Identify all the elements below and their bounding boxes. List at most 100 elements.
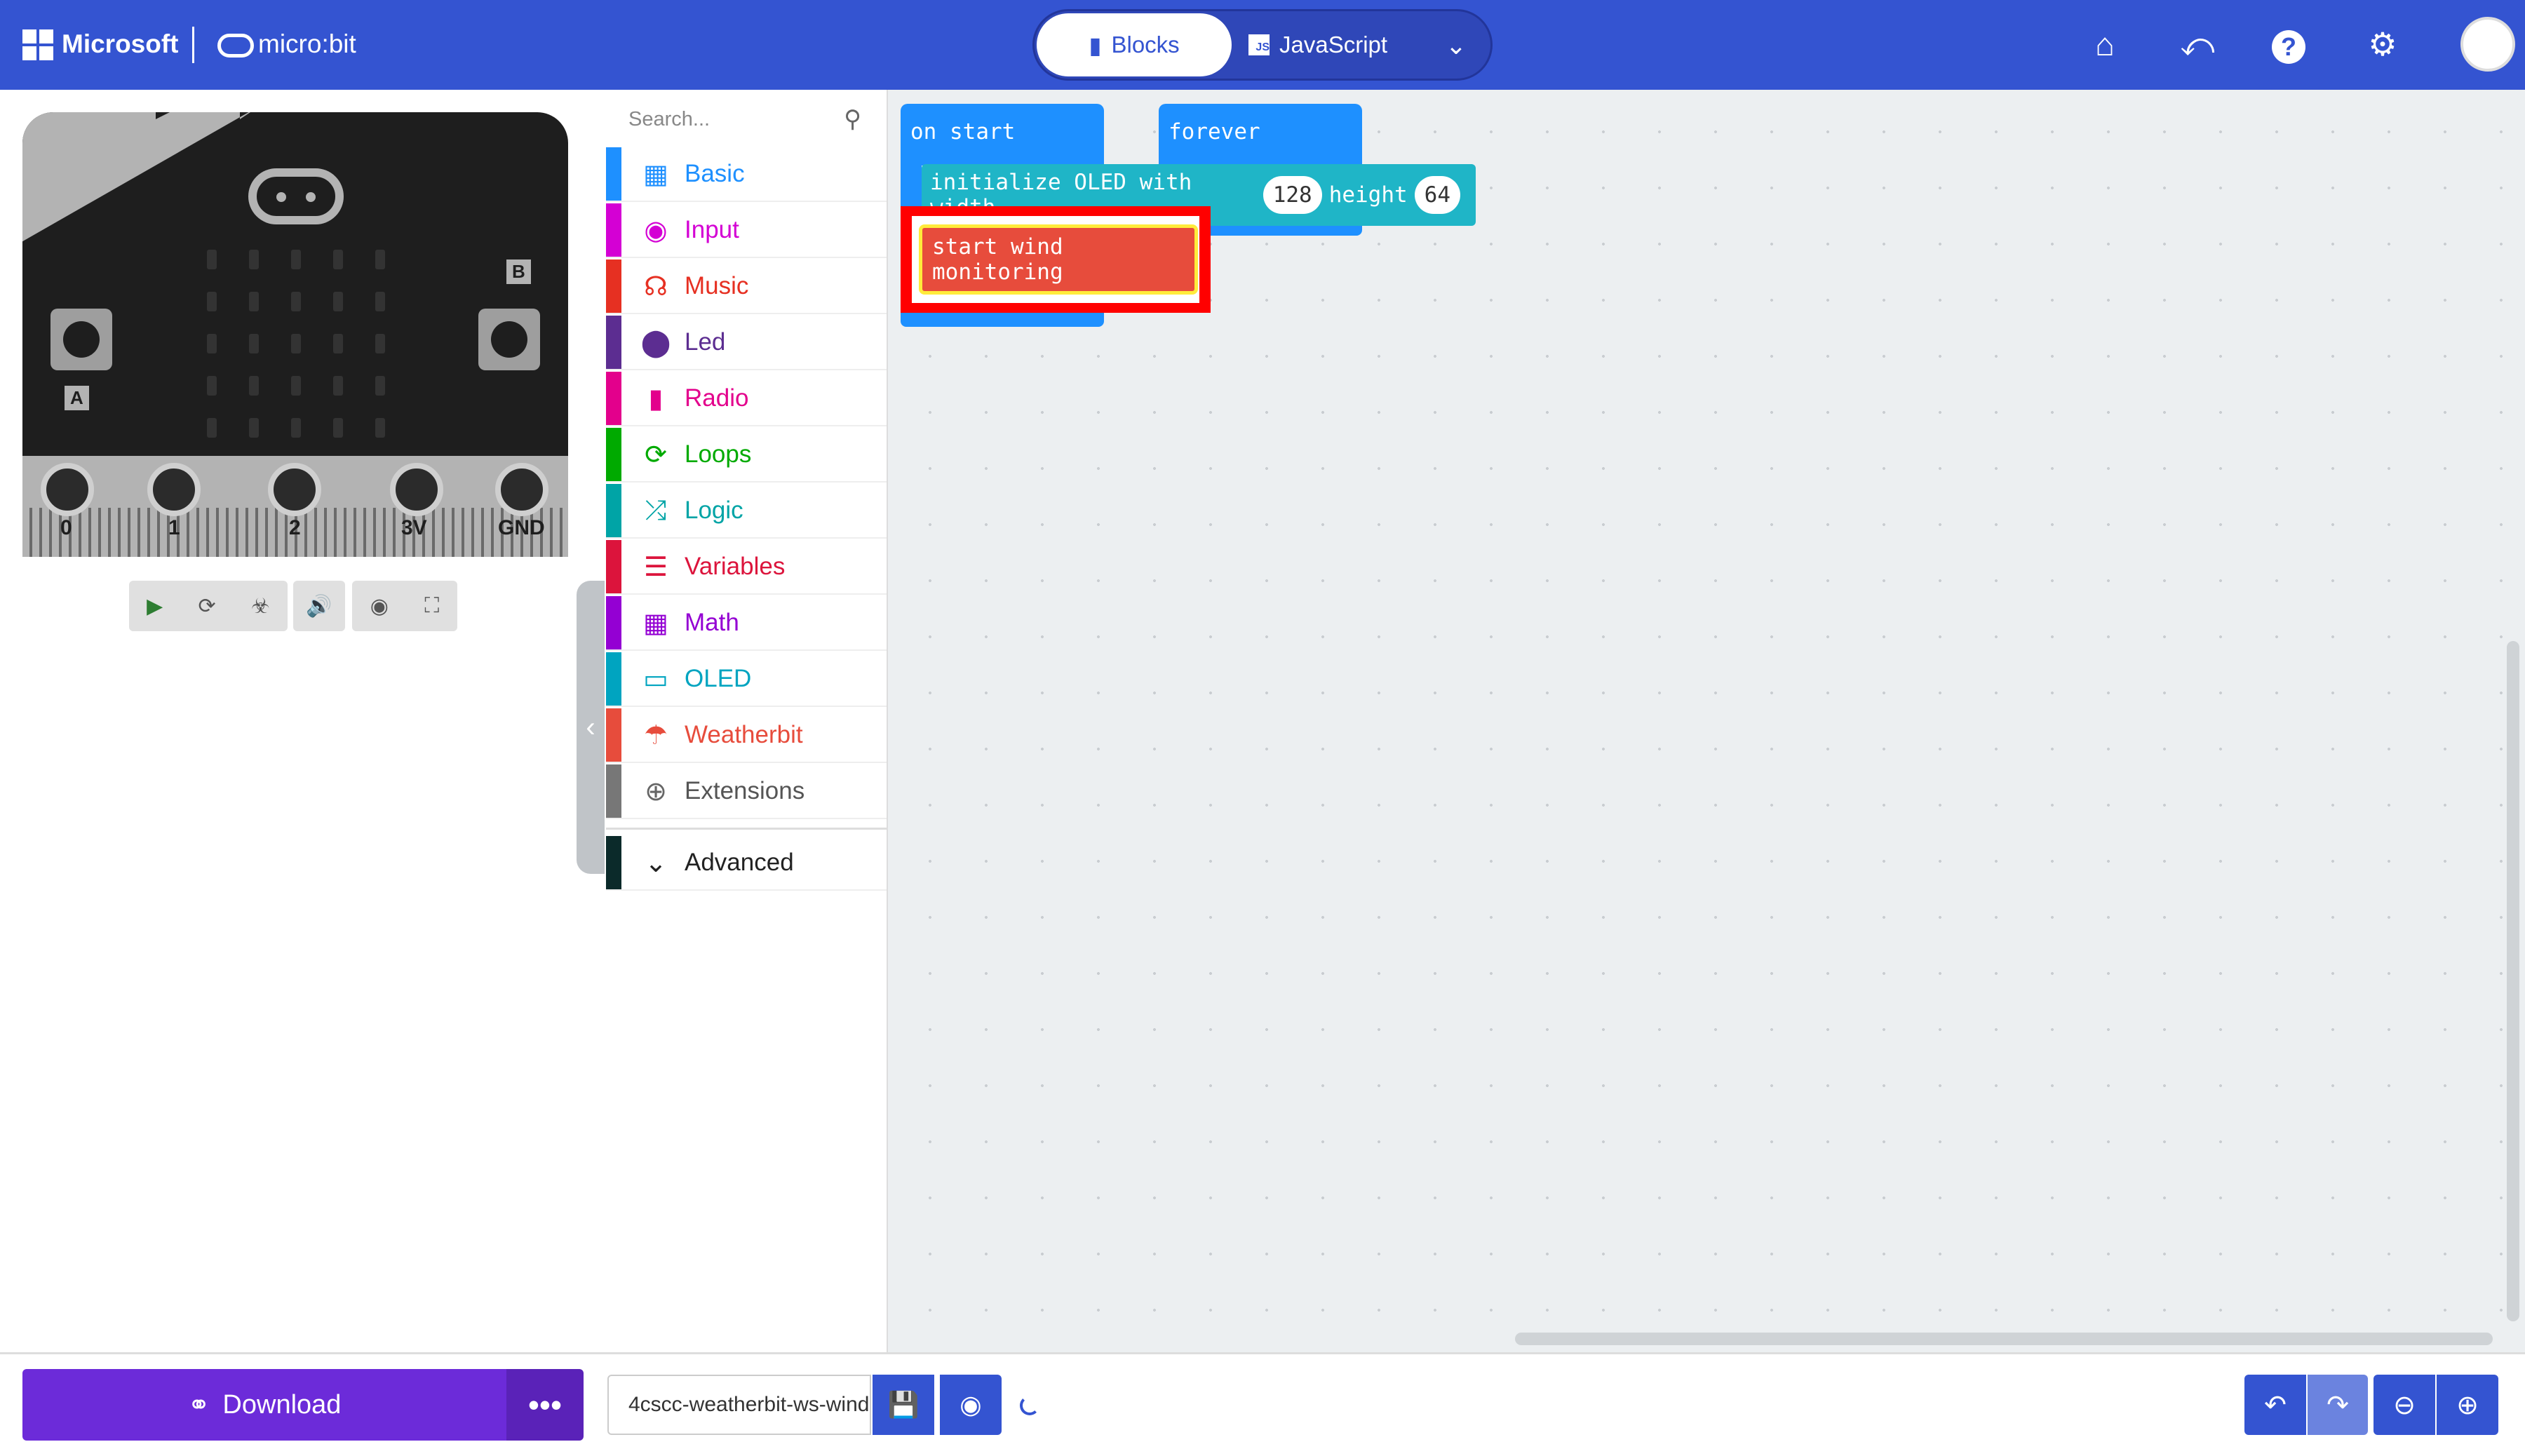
oled-block-mid: height [1328,182,1408,208]
category-basic[interactable]: ▦ Basic [606,147,887,202]
category-label: Input [685,216,739,243]
pin-gnd[interactable] [495,463,548,516]
home-icon[interactable]: ⌂ [2080,20,2129,69]
chevron-down-icon: ⌄ [645,848,667,878]
search-input[interactable]: Search... [628,108,710,131]
debug-icon[interactable]: ☣ [251,594,270,619]
category-loops[interactable]: ⟳ Loops [606,428,887,483]
more-options-button[interactable]: ••• [506,1369,584,1441]
chevron-left-icon: ‹ [586,711,595,743]
weather-icon: ☂ [643,720,668,750]
target-icon: ◉ [644,215,668,245]
toggle-icon: ⬤ [640,328,671,358]
on-start-block[interactable]: on start [901,104,1104,166]
shuffle-icon: ⤮ [645,495,667,525]
category-label: Extensions [685,777,805,804]
fullscreen-icon[interactable]: ⛶ [424,594,439,618]
toolbox-search[interactable]: Search... ⚲ [614,98,875,140]
microsoft-brand[interactable]: Microsoft [62,29,179,59]
redo-button[interactable]: ↷ [2308,1375,2368,1435]
forever-label: forever [1169,119,1260,144]
pin-label: 0 [60,516,72,539]
restart-icon[interactable]: ⟳ [198,594,216,619]
pin-label: 1 [168,516,180,539]
button-a-label: A [65,386,89,410]
tab-blocks[interactable]: ▮ Blocks [1037,13,1232,76]
tab-blocks-label: Blocks [1111,32,1180,58]
chevron-down-icon[interactable]: ⌄ [1435,21,1477,70]
project-name-input[interactable]: 4cscc-weatherbit-ws-wind [607,1375,871,1435]
tab-javascript-label: JavaScript [1279,32,1388,58]
horizontal-scrollbar[interactable] [1515,1333,2493,1345]
oled-width-input[interactable]: 128 [1262,176,1322,214]
button-b[interactable] [478,309,540,370]
board-corner-icon [22,112,250,242]
category-label: Advanced [685,849,794,876]
zoom-in-button[interactable]: ⊕ [2437,1375,2498,1435]
loading-spinner-icon [1020,1396,1039,1415]
oled-height-input[interactable]: 64 [1414,176,1460,214]
link-icon: ⚭ [187,1390,210,1420]
github-button[interactable]: ◉ [940,1375,1002,1435]
category-weatherbit[interactable]: ☂ Weatherbit [606,708,887,763]
collapse-simulator-button[interactable]: ‹ [577,581,605,874]
plus-icon: ⊕ [2456,1390,2479,1420]
on-start-label: on start [910,119,1016,144]
button-b-label: B [506,259,531,284]
avatar[interactable] [2460,17,2515,72]
forever-block[interactable]: forever [1159,104,1362,166]
category-advanced[interactable]: ⌄ Advanced [606,836,887,891]
category-label: Led [685,328,726,356]
brand-divider [192,27,194,63]
category-music[interactable]: ☊ Music [606,259,887,314]
list-icon: ☰ [643,552,668,582]
category-label: Weatherbit [685,721,803,748]
category-led[interactable]: ⬤ Led [606,316,887,370]
pin-0[interactable] [41,463,94,516]
signal-icon: ▮ [648,384,664,414]
category-label: Math [685,609,739,636]
category-logic[interactable]: ⤮ Logic [606,484,887,539]
simulator-view: ◉ ⛶ [352,581,457,631]
save-icon: 💾 [887,1390,920,1419]
play-icon[interactable]: ▶ [147,594,163,619]
js-icon: JS [1248,34,1270,55]
microbit-brand[interactable]: micro:bit [258,29,356,59]
category-label: Basic [685,160,745,187]
start-wind-monitoring-block[interactable]: start wind monitoring [919,224,1198,295]
save-button[interactable]: 💾 [873,1375,934,1435]
search-icon[interactable]: ⚲ [844,105,861,133]
pin-1[interactable] [147,463,201,516]
category-label: Logic [685,497,743,524]
category-input[interactable]: ◉ Input [606,203,887,258]
loop-icon: ⟳ [645,440,667,470]
pin-label: 2 [289,516,301,539]
sound-icon[interactable]: 🔊 [306,594,332,619]
share-icon[interactable]: ⤺ [2173,20,2222,69]
undo-button[interactable]: ↶ [2244,1375,2306,1435]
category-math[interactable]: ▦ Math [606,596,887,651]
zoom-out-button[interactable]: ⊖ [2374,1375,2435,1435]
help-icon[interactable]: ? [2264,20,2313,69]
category-extensions[interactable]: ⊕ Extensions [606,764,887,819]
category-label: Loops [685,440,752,468]
download-button[interactable]: ⚭ Download [22,1369,506,1441]
led-matrix[interactable] [191,238,401,449]
screenshot-icon[interactable]: ◉ [370,594,389,619]
category-variables[interactable]: ☰ Variables [606,540,887,595]
category-radio[interactable]: ▮ Radio [606,372,887,426]
minus-icon: ⊖ [2393,1390,2416,1420]
pin-2[interactable] [268,463,321,516]
gear-icon[interactable]: ⚙ [2358,20,2407,69]
microbit-logo-icon [248,168,344,224]
category-oled[interactable]: ▭ OLED [606,652,887,707]
category-label: Music [685,272,749,299]
vertical-scrollbar[interactable] [2507,641,2519,1321]
pin-3v[interactable] [390,463,443,516]
button-a[interactable] [50,309,112,370]
category-label: Variables [685,553,786,580]
download-label: Download [222,1389,342,1420]
undo-icon: ↶ [2264,1390,2287,1420]
redo-icon: ↷ [2327,1390,2349,1420]
tab-javascript[interactable]: JS JavaScript [1248,13,1417,76]
